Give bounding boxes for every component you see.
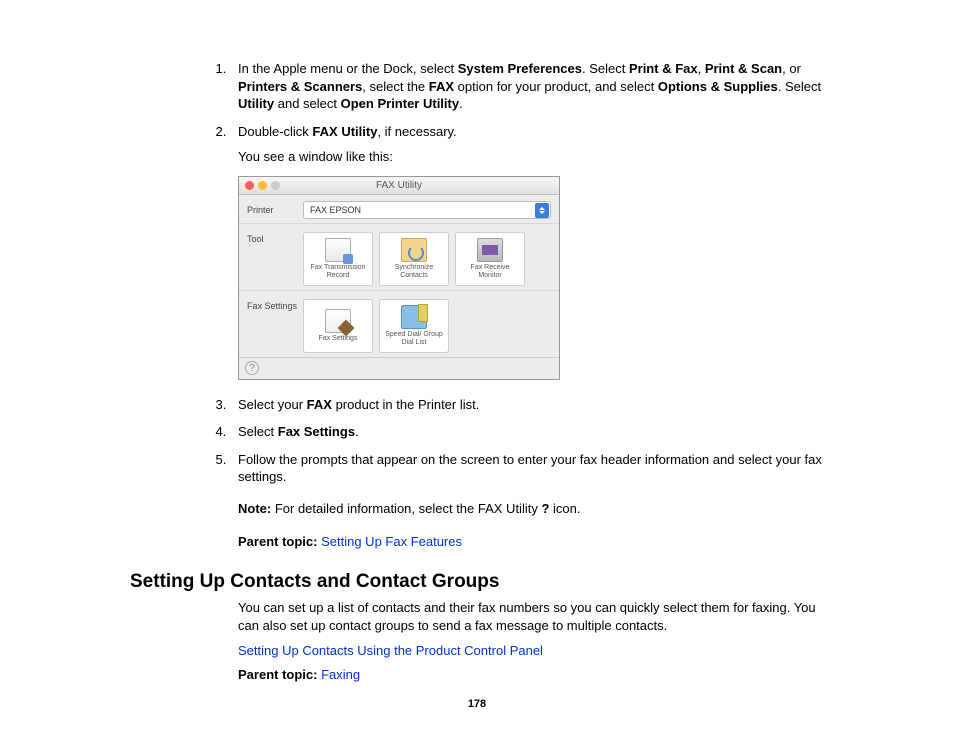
section-paragraph: You can set up a list of contacts and th… (238, 599, 824, 634)
synchronize-contacts-button[interactable]: Synchronize Contacts (379, 232, 449, 286)
speed-dial-list-button[interactable]: Speed Dial/ Group Dial List (379, 299, 449, 353)
close-icon[interactable] (245, 181, 254, 190)
instruction-list: In the Apple menu or the Dock, select Sy… (130, 60, 824, 166)
parent-topic-2: Parent topic: Faxing (238, 666, 824, 684)
contacts-link[interactable]: Setting Up Contacts Using the Product Co… (238, 643, 543, 658)
parent-link-2[interactable]: Faxing (321, 667, 360, 682)
parent-link-1[interactable]: Setting Up Fax Features (321, 534, 462, 549)
window-titlebar: FAX Utility (239, 177, 559, 195)
parent-topic-1: Parent topic: Setting Up Fax Features (238, 533, 824, 551)
help-icon[interactable]: ? (245, 361, 259, 375)
fax-settings-button[interactable]: Fax Settings (303, 299, 373, 353)
monitor-icon (477, 238, 503, 262)
step-2: Double-click FAX Utility, if necessary. … (230, 123, 824, 166)
page-number: 178 (0, 698, 954, 710)
step-5: Follow the prompts that appear on the sc… (230, 451, 824, 486)
list-icon (401, 305, 427, 329)
sync-icon (401, 238, 427, 262)
section-heading: Setting Up Contacts and Contact Groups (130, 571, 824, 593)
instruction-list-cont: Select your FAX product in the Printer l… (130, 396, 824, 486)
window-title: FAX Utility (376, 180, 422, 191)
printer-label: Printer (247, 201, 303, 215)
fax-settings-label: Fax Settings (247, 297, 303, 311)
printer-dropdown-value: FAX EPSON (310, 205, 361, 215)
step-1: In the Apple menu or the Dock, select Sy… (230, 60, 824, 113)
printer-dropdown[interactable]: FAX EPSON (303, 201, 551, 219)
fax-receive-monitor-button[interactable]: Fax Receive Monitor (455, 232, 525, 286)
tool-label: Tool (247, 230, 303, 244)
step-4: Select Fax Settings. (230, 423, 824, 441)
minimize-icon[interactable] (258, 181, 267, 190)
step-2-note: You see a window like this: (238, 148, 824, 166)
fax-transmission-record-button[interactable]: Fax Transmission Record (303, 232, 373, 286)
zoom-icon[interactable] (271, 181, 280, 190)
window-traffic-lights[interactable] (245, 181, 280, 190)
chevron-updown-icon (535, 203, 549, 218)
document-icon (325, 238, 351, 262)
fax-utility-window: FAX Utility Printer FAX EPSON Tool Fax T… (238, 176, 560, 380)
settings-icon (325, 309, 351, 333)
step-3: Select your FAX product in the Printer l… (230, 396, 824, 414)
note-line: Note: For detailed information, select t… (238, 500, 824, 518)
